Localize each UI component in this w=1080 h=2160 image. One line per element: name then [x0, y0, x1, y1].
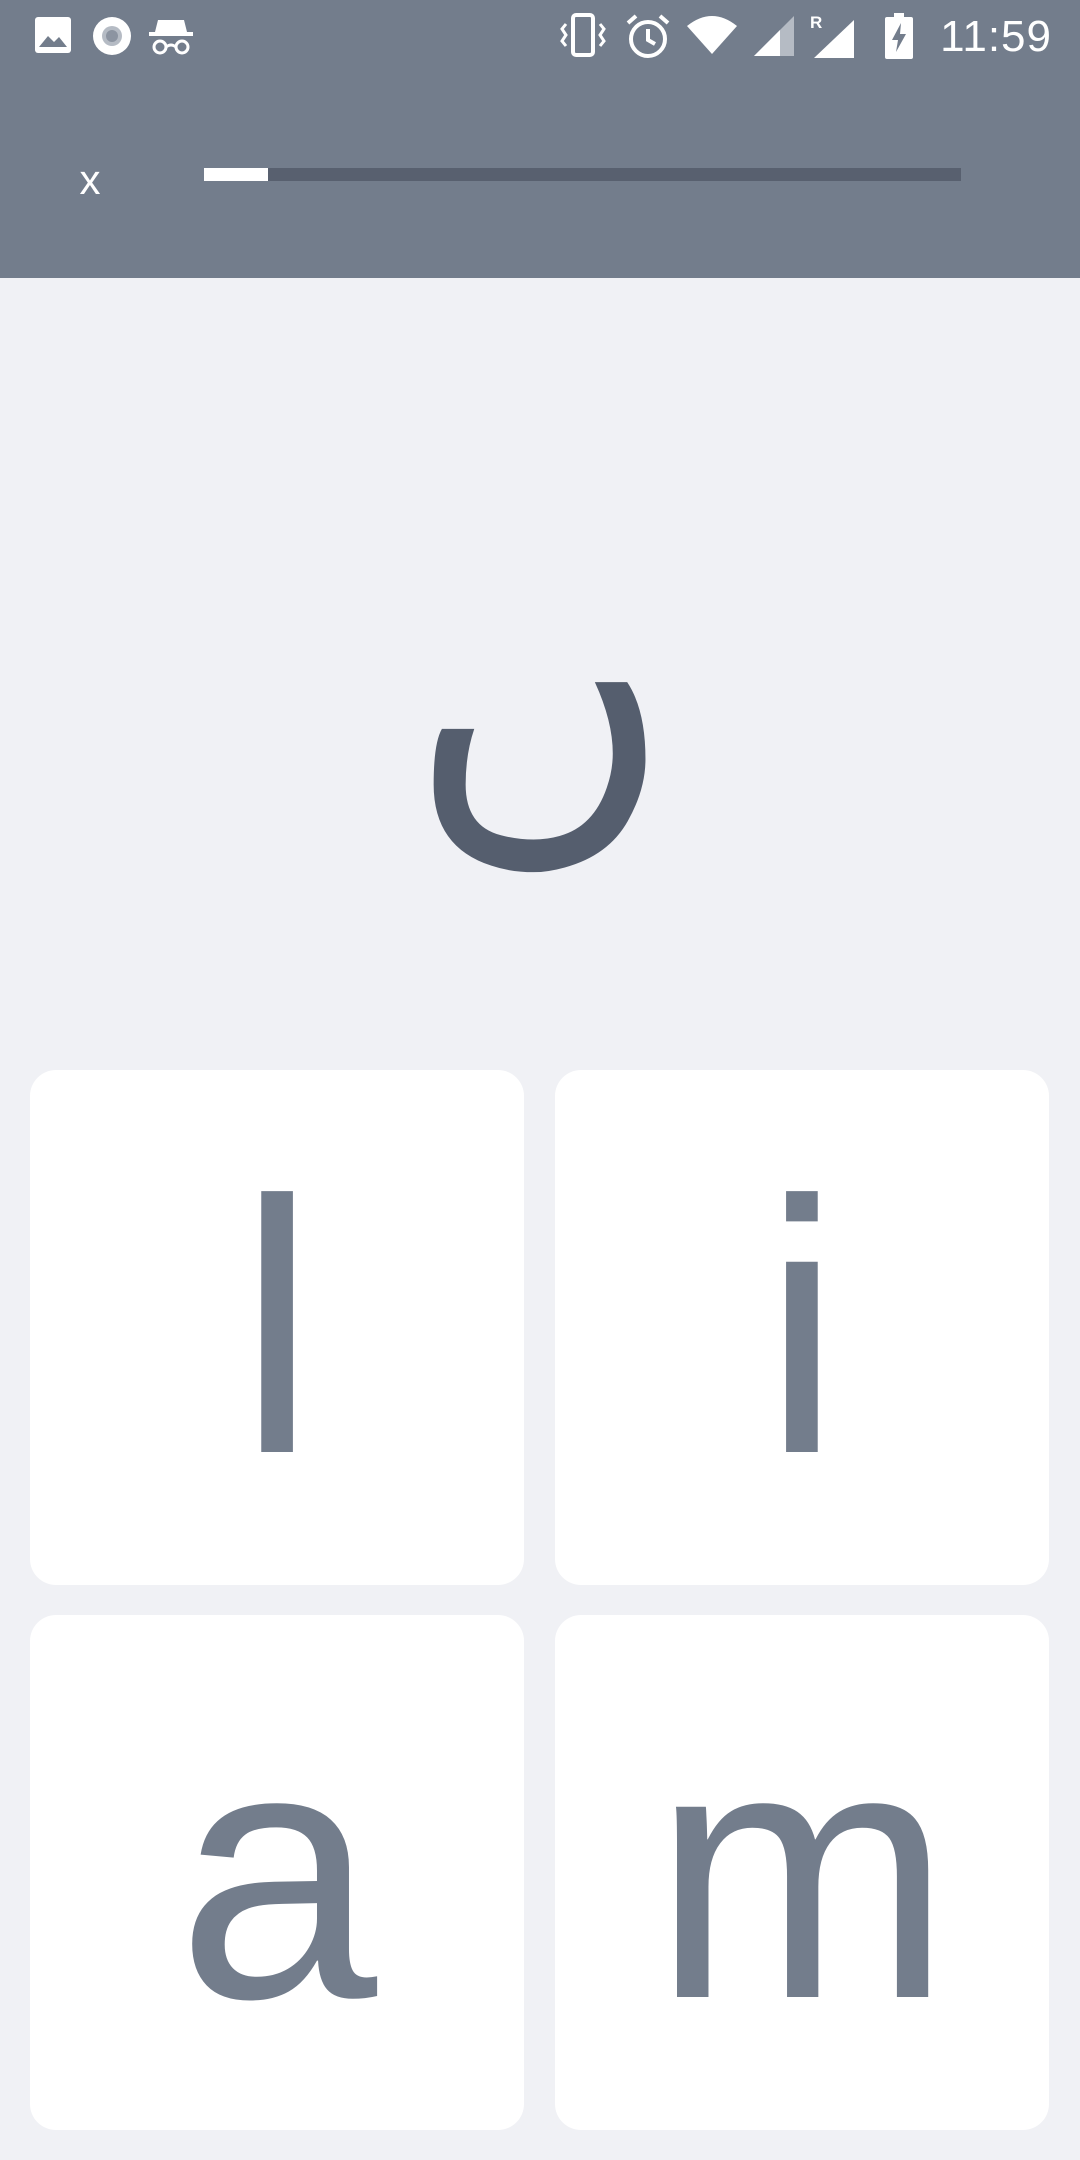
answer-choice-4[interactable]: m — [555, 1615, 1049, 2130]
incognito-icon — [149, 20, 193, 55]
answer-choice-3[interactable]: a — [30, 1615, 524, 2130]
answer-choice-label: a — [176, 1671, 378, 2074]
answer-choice-2[interactable]: i — [555, 1070, 1049, 1585]
image-icon — [35, 17, 71, 53]
battery-charging-icon — [885, 13, 913, 59]
roaming-signal-icon: R — [810, 13, 854, 58]
prompt-character: ں — [407, 480, 673, 899]
lesson-progress-bar — [204, 168, 961, 181]
answer-choice-label: i — [762, 1126, 842, 1529]
prompt-area: ں — [0, 500, 1080, 880]
record-icon — [93, 17, 131, 55]
answer-choice-label: l — [237, 1126, 317, 1529]
alarm-icon — [626, 14, 670, 58]
answer-choice-label: m — [652, 1671, 952, 2074]
header: R 11:59 x — [0, 0, 1080, 278]
lesson-top-bar: x — [0, 120, 1080, 230]
status-time: 11:59 — [940, 12, 1052, 61]
status-bar: R 11:59 — [0, 0, 1080, 72]
lesson-progress-fill — [204, 168, 269, 181]
vibrate-icon — [560, 13, 606, 57]
wifi-icon — [687, 16, 737, 54]
answer-choice-1[interactable]: l — [30, 1070, 524, 1585]
app-screen: R 11:59 x ں l i a m — [0, 0, 1080, 2160]
signal-icon — [754, 16, 794, 56]
close-button[interactable]: x — [50, 150, 130, 210]
svg-text:R: R — [810, 13, 822, 32]
